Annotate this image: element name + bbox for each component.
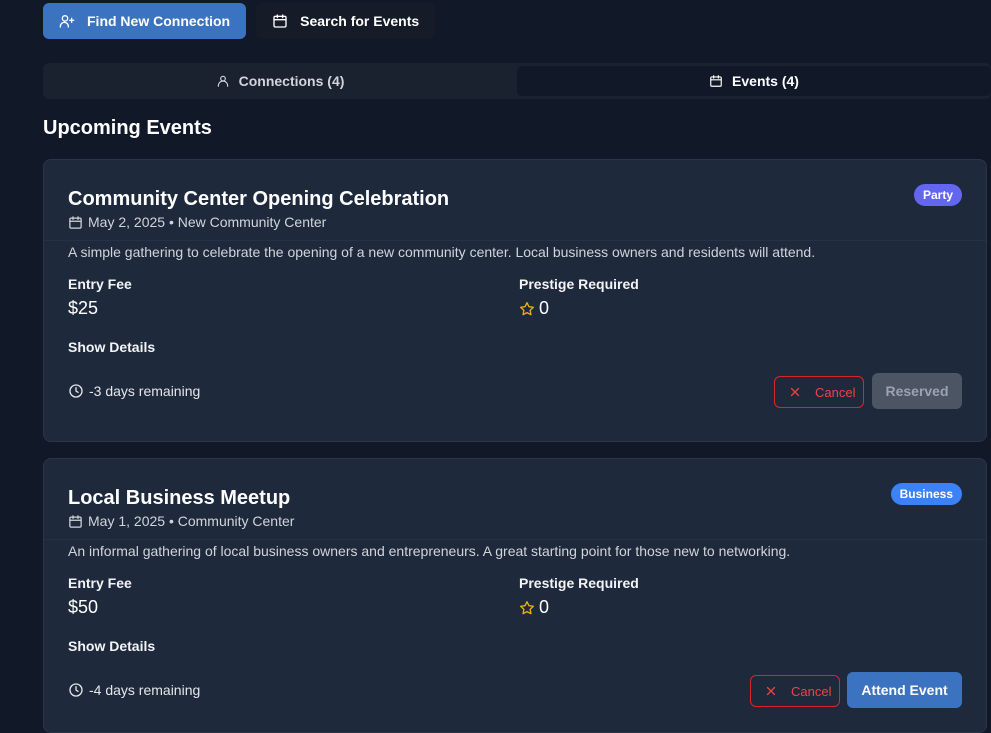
- close-icon: [789, 386, 801, 398]
- entry-fee-label: Entry Fee: [68, 575, 132, 591]
- find-new-connection-button[interactable]: Find New Connection: [43, 3, 247, 39]
- event-category-badge: Party: [913, 184, 962, 206]
- tab-bar: Connections (4) Events (4): [43, 63, 991, 99]
- event-date-location: May 2, 2025 • New Community Center: [68, 214, 326, 230]
- find-new-connection-label: Find New Connection: [87, 13, 231, 29]
- clock-icon: [68, 383, 84, 399]
- calendar-icon: [68, 215, 83, 230]
- user-plus-icon: [59, 13, 75, 29]
- cancel-button[interactable]: Cancel: [774, 376, 864, 408]
- tab-connections[interactable]: Connections (4): [43, 63, 517, 99]
- tab-events-label: Events (4): [732, 73, 799, 89]
- prestige-value: 0: [519, 597, 549, 618]
- calendar-icon: [272, 13, 288, 29]
- entry-fee-label: Entry Fee: [68, 276, 132, 292]
- time-remaining: -3 days remaining: [68, 383, 200, 399]
- star-icon: [519, 600, 535, 616]
- divider: [44, 539, 986, 540]
- section-title: Upcoming Events: [43, 117, 212, 139]
- entry-fee-amount: $25: [68, 298, 99, 318]
- show-details-toggle[interactable]: Show Details: [68, 339, 155, 355]
- event-date-location-text: May 1, 2025 • Community Center: [88, 513, 295, 529]
- event-card: Community Center Opening Celebration Par…: [43, 159, 987, 442]
- entry-fee-amount: $50: [68, 597, 99, 617]
- toolbar: Find New Connection Search for Events: [43, 3, 436, 39]
- prestige-label: Prestige Required: [519, 575, 639, 591]
- prestige-amount: 0: [539, 298, 550, 318]
- search-for-events-button[interactable]: Search for Events: [256, 3, 436, 39]
- event-description: A simple gathering to celebrate the open…: [68, 244, 816, 260]
- time-remaining: -4 days remaining: [68, 682, 200, 698]
- star-icon: [519, 301, 535, 317]
- cancel-button-label: Cancel: [815, 384, 856, 400]
- show-details-toggle[interactable]: Show Details: [68, 638, 155, 654]
- event-title: Community Center Opening Celebration: [68, 188, 450, 210]
- prestige-label: Prestige Required: [519, 276, 639, 292]
- divider: [44, 240, 986, 241]
- entry-fee-value: $25: [68, 298, 98, 319]
- tab-connections-label: Connections (4): [238, 73, 345, 89]
- event-date-location-text: May 2, 2025 • New Community Center: [88, 214, 327, 230]
- event-category-badge: Business: [890, 483, 962, 505]
- cancel-button-label: Cancel: [791, 683, 832, 699]
- event-title: Local Business Meetup: [68, 487, 291, 509]
- event-description: An informal gathering of local business …: [68, 543, 791, 559]
- tab-events[interactable]: Events (4): [517, 66, 991, 96]
- reserved-button: Reserved: [872, 373, 962, 409]
- search-for-events-label: Search for Events: [300, 13, 420, 29]
- clock-icon: [68, 682, 84, 698]
- close-icon: [765, 685, 777, 697]
- user-icon: [216, 74, 230, 88]
- prestige-amount: 0: [539, 597, 550, 617]
- attend-event-button[interactable]: Attend Event: [847, 672, 962, 708]
- calendar-icon: [709, 74, 723, 88]
- event-date-location: May 1, 2025 • Community Center: [68, 513, 294, 529]
- cancel-button[interactable]: Cancel: [750, 675, 840, 707]
- time-remaining-text: -3 days remaining: [89, 383, 201, 399]
- entry-fee-value: $50: [68, 597, 98, 618]
- time-remaining-text: -4 days remaining: [89, 682, 201, 698]
- event-card: Local Business Meetup Business May 1, 20…: [43, 458, 987, 733]
- calendar-icon: [68, 514, 83, 529]
- prestige-value: 0: [519, 298, 549, 319]
